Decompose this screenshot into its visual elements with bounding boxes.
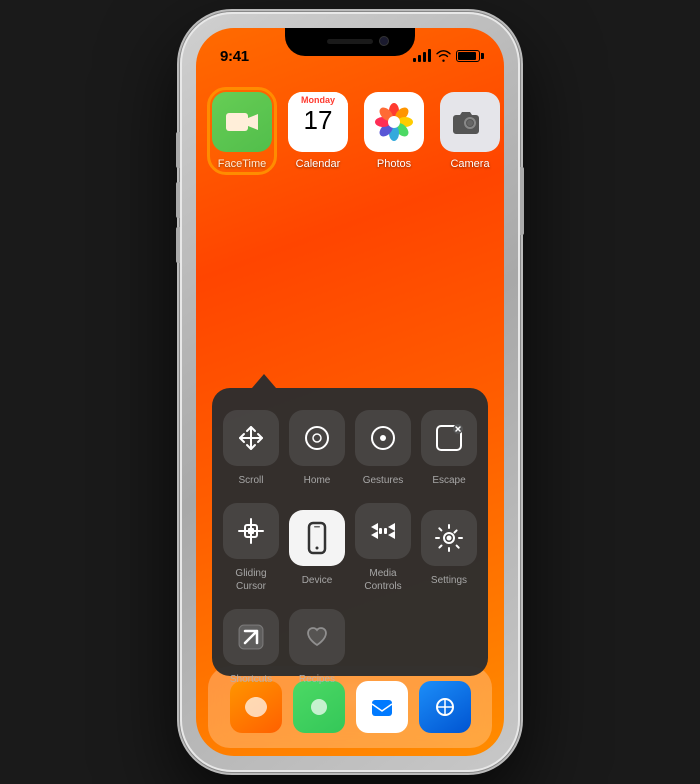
escape-icon-box bbox=[421, 410, 477, 466]
settings-icon-box bbox=[421, 510, 477, 566]
dock-icon-4[interactable] bbox=[419, 681, 471, 733]
shortcuts-icon-box bbox=[223, 609, 279, 665]
menu-item-escape[interactable]: Escape bbox=[418, 404, 480, 493]
notch bbox=[285, 28, 415, 56]
status-icons bbox=[413, 50, 480, 62]
status-time: 9:41 bbox=[220, 48, 249, 65]
app-grid: FaceTime Monday 17 Calendar bbox=[196, 72, 504, 190]
scroll-label: Scroll bbox=[238, 474, 263, 487]
photos-label: Photos bbox=[377, 158, 411, 170]
menu-item-gestures[interactable]: Gestures bbox=[352, 404, 414, 493]
photos-wheel-icon bbox=[373, 101, 415, 143]
home-label: Home bbox=[304, 474, 331, 487]
speaker bbox=[327, 39, 373, 44]
shortcuts-label: Shortcuts bbox=[230, 673, 272, 686]
gliding-cursor-label: GlidingCursor bbox=[235, 567, 266, 593]
recipes-heart-icon bbox=[303, 623, 331, 651]
menu-item-recipes[interactable]: Recipes bbox=[286, 603, 348, 692]
recipes-icon-box bbox=[289, 609, 345, 665]
front-camera bbox=[379, 36, 389, 46]
assistive-touch-menu: Scroll Home bbox=[212, 388, 488, 676]
app-item-calendar[interactable]: Monday 17 Calendar bbox=[288, 92, 348, 170]
home-icon-box bbox=[289, 410, 345, 466]
dock-icon-3[interactable] bbox=[356, 681, 408, 733]
escape-icon bbox=[434, 423, 464, 453]
calendar-day: Monday bbox=[288, 92, 348, 105]
wifi-icon bbox=[436, 50, 451, 62]
gliding-cursor-icon-box bbox=[223, 503, 279, 559]
app-item-camera[interactable]: Camera bbox=[440, 92, 500, 170]
settings-gear-icon bbox=[433, 522, 465, 554]
home-icon bbox=[303, 424, 331, 452]
device-label: Device bbox=[302, 574, 333, 587]
menu-item-device[interactable]: Device bbox=[286, 504, 348, 593]
gestures-label: Gestures bbox=[363, 474, 404, 487]
battery-icon bbox=[456, 50, 480, 62]
media-controls-icon-box bbox=[355, 503, 411, 559]
screen: 9:41 bbox=[196, 28, 504, 756]
device-icon-box bbox=[289, 510, 345, 566]
photos-icon bbox=[364, 92, 424, 152]
media-controls-icon bbox=[367, 515, 399, 547]
gestures-icon bbox=[369, 424, 397, 452]
media-controls-label: MediaControls bbox=[364, 567, 401, 593]
calendar-icon: Monday 17 bbox=[288, 92, 348, 152]
signal-icon bbox=[413, 50, 431, 62]
phone-container: 9:41 bbox=[180, 12, 520, 772]
camera-icon bbox=[440, 92, 500, 152]
dock-app-3-icon bbox=[367, 692, 397, 722]
menu-item-home[interactable]: Home bbox=[286, 404, 348, 493]
facetime-highlight bbox=[207, 87, 277, 175]
dock-app-4-icon bbox=[431, 693, 459, 721]
escape-label: Escape bbox=[432, 474, 465, 487]
shortcuts-icon bbox=[236, 622, 266, 652]
recipes-label: Recipes bbox=[299, 673, 335, 686]
menu-item-settings[interactable]: Settings bbox=[418, 504, 480, 593]
scroll-icon-box bbox=[223, 410, 279, 466]
scroll-icon bbox=[236, 423, 266, 453]
settings-label: Settings bbox=[431, 574, 467, 587]
camera-body-icon bbox=[453, 107, 487, 137]
camera-label: Camera bbox=[450, 158, 489, 170]
device-icon bbox=[300, 521, 334, 555]
dock-app-2-icon bbox=[304, 692, 334, 722]
gestures-icon-box bbox=[355, 410, 411, 466]
menu-item-scroll[interactable]: Scroll bbox=[220, 404, 282, 493]
tooltip-arrow bbox=[252, 374, 276, 388]
menu-item-shortcuts[interactable]: Shortcuts bbox=[220, 603, 282, 692]
dock-app-1-icon bbox=[241, 692, 271, 722]
menu-item-gliding-cursor[interactable]: GlidingCursor bbox=[220, 497, 282, 599]
home-screen: FaceTime Monday 17 Calendar bbox=[196, 72, 504, 756]
menu-item-media-controls[interactable]: MediaControls bbox=[352, 497, 414, 599]
app-item-facetime[interactable]: FaceTime bbox=[212, 92, 272, 170]
calendar-label: Calendar bbox=[296, 158, 341, 170]
calendar-date: 17 bbox=[288, 105, 348, 135]
app-item-photos[interactable]: Photos bbox=[364, 92, 424, 170]
gliding-cursor-icon bbox=[235, 515, 267, 547]
